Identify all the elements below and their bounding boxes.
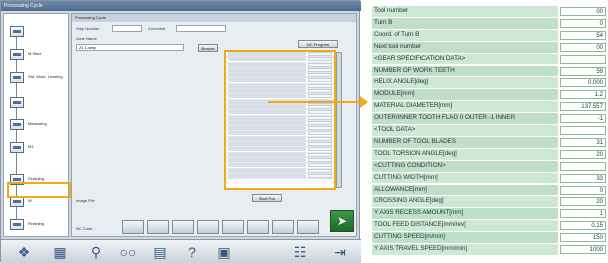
detail-row: CROSSING ANGLE[deg] 20: [372, 196, 608, 208]
detail-value-field[interactable]: 0.000: [560, 78, 606, 88]
step-node-icon: [10, 119, 24, 130]
detail-value-field[interactable]: 59: [560, 66, 606, 76]
grid-icon[interactable]: ▦: [51, 243, 69, 261]
function-button-4[interactable]: [197, 220, 219, 234]
detail-row: TOOL FEED DISTANCE[mm/rev] 0.15: [372, 220, 608, 232]
execute-icon[interactable]: ➤: [330, 210, 354, 232]
detail-row: ALLOWANCE[mm] 0: [372, 184, 608, 196]
detail-row: Tool number 00: [372, 6, 608, 17]
table-scrollbar[interactable]: [336, 52, 342, 188]
function-button-6[interactable]: [247, 220, 269, 234]
function-button-8[interactable]: [297, 220, 319, 234]
function-button-1[interactable]: [122, 220, 144, 234]
detail-value-field[interactable]: 31: [560, 137, 606, 147]
step-node-icon: [10, 49, 24, 60]
start-pos-button[interactable]: Start Pos: [252, 194, 282, 202]
step-number-label: Step Number: [76, 26, 100, 31]
detail-value-field[interactable]: 1.2: [560, 90, 606, 100]
detail-row: Y AXIS RECESS AMOUNT[mm] 1: [372, 208, 608, 220]
image-file-label: Image File: [76, 198, 95, 203]
detail-value-field: [560, 161, 606, 171]
zoom-connector-arrow: [268, 96, 368, 108]
process-step-5[interactable]: Measuring: [8, 119, 68, 131]
arrow-line: [268, 101, 362, 103]
detail-section-header: <GEAR SPECIFICATION DATA>: [372, 53, 608, 65]
detail-section-header: <TOOL DATA>: [372, 125, 608, 136]
detail-value-field[interactable]: 20: [560, 149, 606, 159]
detail-value-field[interactable]: 33: [560, 173, 606, 183]
detail-row: NUMBER OF TOOL BLADES 31: [372, 136, 608, 148]
bottom-toolbar: ❖ ▦ ⚲ ○○ ▤ ? ▣ ☷ ⇥: [1, 239, 361, 263]
binoculars-icon[interactable]: ○○: [119, 243, 137, 261]
function-button-5[interactable]: [222, 220, 244, 234]
detail-row: CUTTING SPEED[m/min] 150: [372, 232, 608, 243]
cycle-editor-panel: Processing Cycle Step Number Comment Gea…: [71, 13, 357, 237]
parameter-detail-table: Tool number 00 Turn B0 Coord. of Turn B 54…: [372, 6, 608, 258]
detail-value-field: [560, 126, 606, 135]
step-node-icon: [10, 219, 24, 230]
exit-icon[interactable]: ⇥: [331, 243, 349, 261]
document-icon[interactable]: ▤: [151, 243, 169, 261]
detail-row: NUMBER OF WORK TEETH 59: [372, 65, 608, 77]
browse-button[interactable]: Browse: [198, 44, 218, 52]
process-step-3[interactable]: Std. Work, Leveling: [8, 72, 68, 84]
detail-value-field[interactable]: 00: [560, 7, 606, 16]
process-step-4[interactable]: [8, 97, 68, 109]
process-step-2[interactable]: M Start: [8, 49, 68, 61]
detail-value-field[interactable]: 54: [560, 30, 606, 40]
detail-row: MODULE[mm] 1.2: [372, 89, 608, 101]
gear-name-field[interactable]: Z1 1-step: [76, 44, 184, 51]
step-number-field[interactable]: [112, 25, 142, 32]
detail-value-field[interactable]: 00: [560, 42, 606, 52]
zoom-icon[interactable]: ⚲: [87, 243, 105, 261]
function-button-3[interactable]: [172, 220, 194, 234]
detail-value-field[interactable]: 0: [560, 185, 606, 195]
detail-row: Coord. of Turn B 54: [372, 29, 608, 41]
network-icon[interactable]: ❖: [15, 243, 33, 261]
nc-program-button[interactable]: NC Program: [298, 40, 338, 48]
step-node-icon: [10, 26, 24, 37]
bottom-button-row: [122, 220, 322, 234]
detail-value-field[interactable]: -1: [560, 114, 606, 124]
nc-code-label: NC Code: [76, 226, 93, 231]
detail-value-field[interactable]: 0.15: [560, 221, 606, 231]
detail-row: MATERIAL DIAMETER[mm] 137.557: [372, 101, 608, 113]
detail-row: CUTTING WIDTH[mm] 33: [372, 172, 608, 184]
selected-step-highlight: [7, 182, 71, 198]
detail-row: OUTER/INNER TOOTH FLAG 0 OUTER -1 INNER -…: [372, 113, 608, 124]
comment-field[interactable]: [176, 25, 226, 32]
process-step-6[interactable]: M1: [8, 142, 68, 154]
function-button-7[interactable]: [272, 220, 294, 234]
detail-section-header: <CUTTING CONDITION>: [372, 160, 608, 172]
detail-value-field[interactable]: 1000: [560, 245, 606, 254]
panel-header: Processing Cycle: [72, 14, 356, 22]
detail-value-field[interactable]: 1: [560, 209, 606, 219]
calculator-icon[interactable]: ☷: [291, 243, 309, 261]
window-titlebar: Processing Cycle: [1, 1, 361, 11]
step-node-icon: [10, 97, 24, 108]
help-icon[interactable]: ?: [183, 243, 201, 261]
detail-value-field[interactable]: 150: [560, 233, 606, 243]
function-button-2[interactable]: [147, 220, 169, 234]
process-step-9[interactable]: Finishing: [8, 219, 68, 231]
screen-icon[interactable]: ▣: [215, 243, 233, 261]
detail-row: HELIX ANGLE[deg] 0.000: [372, 77, 608, 89]
gear-name-label: Gear Name: [76, 36, 97, 41]
cycle-parameter-table-thumbnail[interactable]: [224, 50, 342, 190]
comment-label: Comment: [148, 26, 166, 31]
arrow-head-icon: [360, 96, 368, 108]
process-tree-panel: M Start Std. Work, Leveling Measuring M1…: [3, 13, 71, 237]
process-step-1[interactable]: [8, 26, 68, 38]
detail-row: TOOL TORSION ANGLE[deg] 20: [372, 148, 608, 160]
detail-value-field[interactable]: 20: [560, 197, 606, 207]
step-node-icon: [10, 72, 24, 83]
detail-value-field: [560, 54, 606, 64]
detail-row: Turn B0: [372, 17, 608, 29]
detail-row: Y AXIS TRAVEL SPEED[mm/min] 1000: [372, 244, 608, 255]
detail-row: Next tool number 00: [372, 41, 608, 53]
detail-value-field[interactable]: 0: [560, 18, 606, 28]
machine-screen: Processing Cycle M Start Std. Work, Leve…: [0, 0, 361, 263]
step-node-icon: [10, 142, 24, 153]
detail-value-field[interactable]: 137.557: [560, 102, 606, 112]
